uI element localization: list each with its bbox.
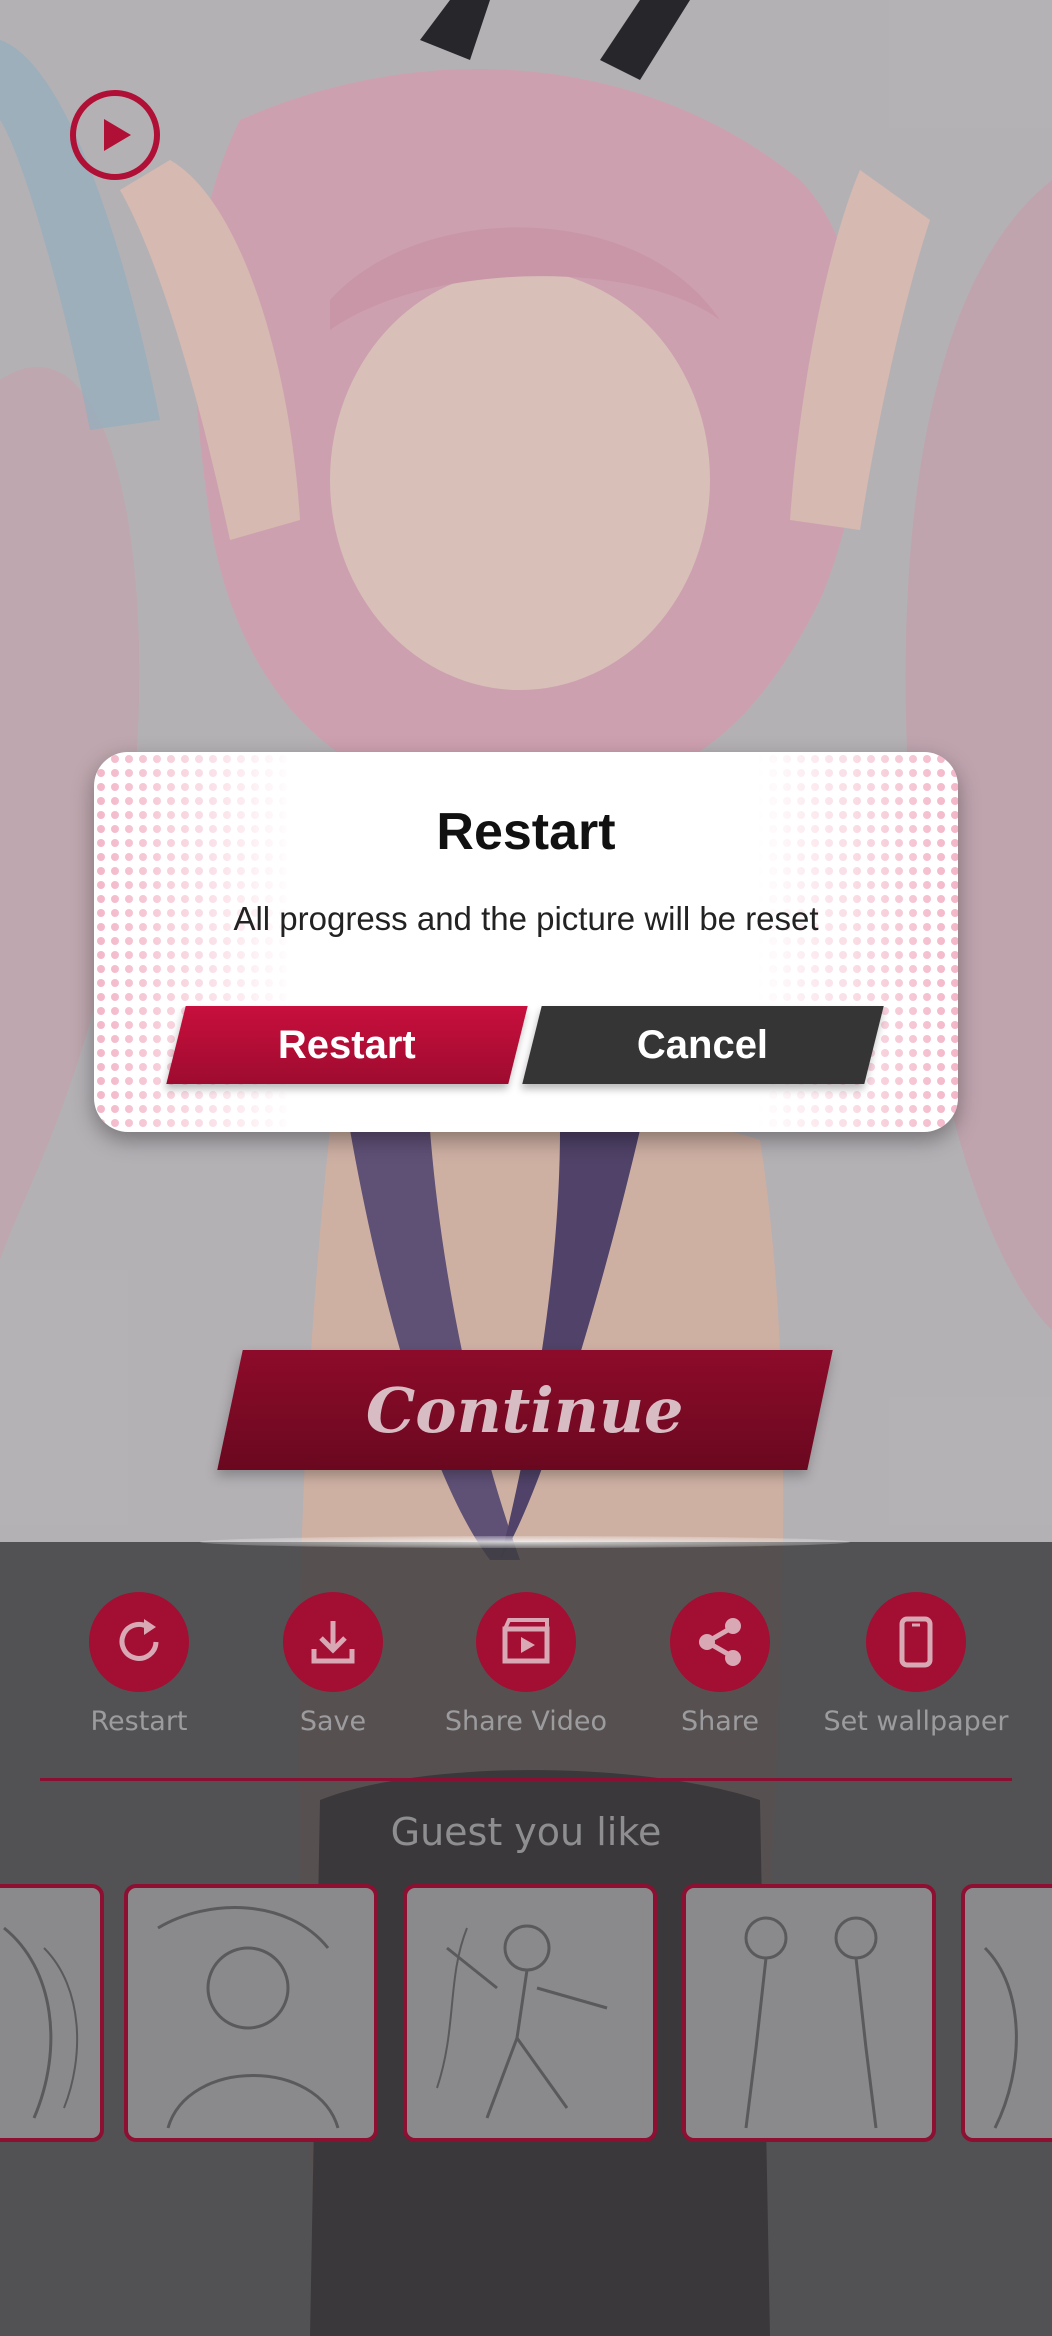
play-preview-button[interactable] [70, 90, 160, 180]
video-icon [476, 1592, 576, 1692]
recommendation-thumbnail[interactable] [961, 1884, 1052, 2142]
recommendation-thumbnail[interactable] [124, 1884, 378, 2142]
restart-action-label: Restart [90, 1706, 188, 1737]
save-action-label: Save [299, 1706, 367, 1737]
restart-action-button[interactable]: Restart [44, 1592, 234, 1737]
panel-glow [200, 1536, 850, 1548]
recommendations-carousel[interactable] [0, 1884, 1052, 2144]
share-video-action-button[interactable]: Share Video [431, 1592, 621, 1737]
share-icon [670, 1592, 770, 1692]
share-video-action-label: Share Video [444, 1706, 608, 1737]
recommendations-title: Guest you like [390, 1810, 662, 1854]
recommendation-thumbnail[interactable] [403, 1884, 657, 2142]
continue-button[interactable]: Continue [217, 1350, 833, 1470]
phone-icon [866, 1592, 966, 1692]
recommendation-thumbnail[interactable] [682, 1884, 936, 2142]
continue-label: Continue [366, 1373, 684, 1447]
dialog-title: Restart [436, 803, 616, 861]
play-icon [104, 119, 131, 151]
set-wallpaper-action-label: Set wallpaper [823, 1706, 1009, 1737]
bottom-action-panel: Restart Save Share Video Share Set wallp… [0, 1536, 1052, 2336]
dialog-message: All progress and the picture will be res… [233, 900, 819, 937]
save-action-button[interactable]: Save [238, 1592, 428, 1737]
coloring-result-screen: Continue Restart Save Share Video Share … [0, 0, 1052, 2336]
set-wallpaper-action-button[interactable]: Set wallpaper [821, 1592, 1011, 1737]
action-bar: Restart Save Share Video Share Set wallp… [0, 1592, 1052, 1752]
cancel-button[interactable]: Cancel [522, 1006, 884, 1084]
confirm-restart-button[interactable]: Restart [166, 1006, 528, 1084]
share-action-label: Share [681, 1706, 759, 1737]
restart-icon [89, 1592, 189, 1692]
confirm-restart-label: Restart [278, 1022, 416, 1067]
download-icon [283, 1592, 383, 1692]
section-divider [40, 1778, 1012, 1781]
share-action-button[interactable]: Share [625, 1592, 815, 1737]
recommendation-thumbnail[interactable] [0, 1884, 104, 2142]
cancel-label: Cancel [637, 1022, 769, 1067]
restart-dialog: Restart All progress and the picture wil… [94, 752, 958, 1132]
